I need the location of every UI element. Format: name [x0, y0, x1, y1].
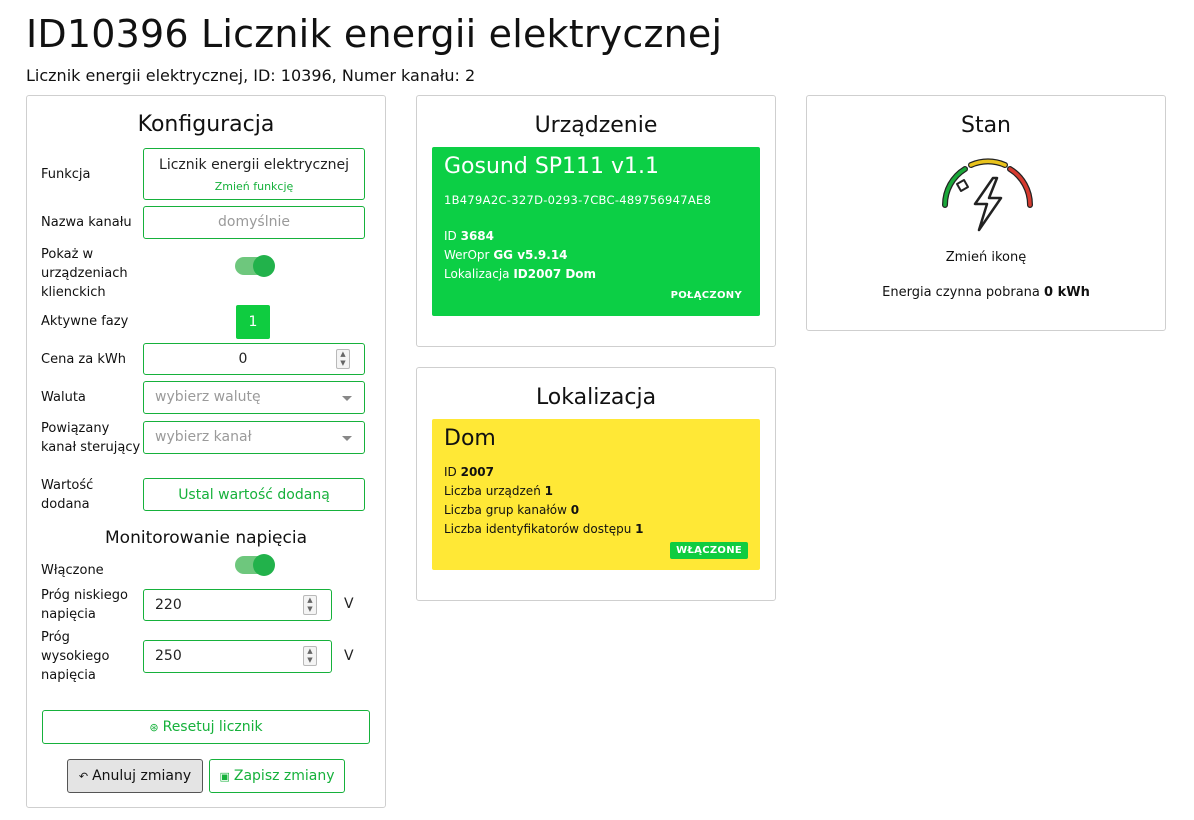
linked-channel-placeholder: wybierz kanał: [155, 429, 252, 445]
show-in-clients-label: Pokaż w urządzeniach klienckich: [41, 247, 128, 300]
state-title: Stan: [960, 113, 1011, 138]
set-added-value-button[interactable]: Ustal wartość dodaną: [143, 478, 365, 511]
energy-value: 0 kWh: [1044, 285, 1090, 300]
location-title: Lokalizacja: [535, 385, 657, 410]
device-firmware: WerOpr GG v5.9.14: [444, 248, 568, 262]
high-threshold-value: 250: [155, 648, 182, 664]
price-value: 0: [238, 351, 248, 367]
chevron-down-icon: [342, 436, 352, 441]
energy-meter-gauge-icon[interactable]: [937, 150, 1037, 234]
high-threshold-label: Próg wysokiego napięcia: [41, 630, 110, 683]
channel-name-placeholder: domyślnie: [218, 214, 290, 230]
device-title: Urządzenie: [534, 113, 658, 138]
added-value-label: Wartość dodana: [41, 478, 94, 512]
price-input[interactable]: 0 ▲ ▼: [143, 343, 365, 375]
channel-name-label: Nazwa kanału: [41, 215, 132, 230]
device-name: Gosund SP111 v1.1: [444, 154, 660, 179]
location-devices: Liczba urządzeń 1: [444, 484, 553, 498]
state-panel: Stan Zmień ikonę Energia czynna pobrana …: [806, 95, 1166, 331]
currency-select[interactable]: wybierz walutę: [143, 381, 365, 414]
device-status: POŁĄCZONY: [670, 290, 742, 301]
save-icon: ▣: [219, 769, 230, 783]
config-panel: Konfiguracja Funkcja Licznik energii ele…: [26, 95, 386, 808]
location-access: Liczba identyfikatorów dostępu 1: [444, 522, 644, 536]
linked-channel-label: Powiązany kanał sterujący: [41, 421, 141, 455]
currency-label: Waluta: [41, 390, 86, 405]
show-in-clients-toggle[interactable]: [235, 255, 275, 277]
low-threshold-unit: V: [344, 596, 354, 612]
voltage-monitoring-title: Monitorowanie napięcia: [105, 528, 307, 548]
change-function-link[interactable]: Zmień funkcję: [144, 180, 364, 193]
voltage-enabled-label: Włączone: [41, 563, 104, 578]
high-threshold-spinner[interactable]: ▲ ▼: [303, 646, 317, 666]
change-icon-link[interactable]: Zmień ikonę: [807, 250, 1165, 265]
undo-icon: ↶: [78, 769, 89, 783]
function-value: Licznik energii elektrycznej: [159, 157, 349, 173]
active-phases-label: Aktywne fazy: [41, 314, 129, 329]
price-spinner[interactable]: ▲ ▼: [336, 349, 350, 369]
save-changes-button[interactable]: ▣ Zapisz zmiany: [209, 759, 345, 793]
energy-label: Energia czynna pobrana: [882, 285, 1040, 300]
location-status-badge: WŁĄCZONE: [670, 542, 748, 559]
device-id: ID 3684: [444, 229, 495, 243]
voltage-enabled-toggle[interactable]: [235, 554, 275, 576]
location-panel: Lokalizacja Dom ID 2007 Liczba urządzeń …: [416, 367, 776, 601]
channel-name-input[interactable]: domyślnie: [143, 206, 365, 239]
function-label: Funkcja: [41, 167, 91, 182]
phase-1-button[interactable]: 1: [236, 305, 270, 339]
low-threshold-value: 220: [155, 597, 182, 613]
set-added-value-label: Ustal wartość dodaną: [178, 486, 330, 503]
chevron-down-icon: [342, 396, 352, 401]
high-threshold-input[interactable]: 250 ▲ ▼: [143, 640, 332, 673]
save-changes-label: Zapisz zmiany: [233, 768, 335, 784]
currency-placeholder: wybierz walutę: [155, 389, 261, 405]
low-threshold-label: Próg niskiego napięcia: [41, 588, 128, 622]
reset-counter-label: Resetuj licznik: [162, 719, 263, 735]
cancel-changes-label: Anuluj zmiany: [92, 768, 192, 784]
page-title: ID10396 Licznik energii elektrycznej: [26, 12, 723, 56]
location-groups: Liczba grup kanałów 0: [444, 503, 580, 517]
config-title: Konfiguracja: [137, 112, 275, 137]
low-threshold-input[interactable]: 220 ▲ ▼: [143, 589, 332, 621]
price-label: Cena za kWh: [41, 352, 126, 367]
device-guid: 1B479A2C-327D-0293-7CBC-489756947AE8: [444, 193, 712, 207]
reset-counter-button[interactable]: ⊛ Resetuj licznik: [42, 710, 370, 744]
low-threshold-spinner[interactable]: ▲ ▼: [303, 595, 317, 615]
high-threshold-unit: V: [344, 648, 354, 664]
device-panel: Urządzenie Gosund SP111 v1.1 1B479A2C-32…: [416, 95, 776, 347]
linked-channel-select[interactable]: wybierz kanał: [143, 421, 365, 454]
cancel-changes-button[interactable]: ↶ Anuluj zmiany: [67, 759, 203, 793]
location-card[interactable]: Dom ID 2007 Liczba urządzeń 1 Liczba gru…: [432, 419, 760, 570]
page-subtitle: Licznik energii elektrycznej, ID: 10396,…: [26, 66, 476, 85]
reset-icon: ⊛: [149, 720, 159, 734]
device-location: Lokalizacja ID2007 Dom: [444, 267, 597, 281]
function-selector[interactable]: Licznik energii elektrycznej Zmień funkc…: [143, 148, 365, 200]
location-name: Dom: [444, 426, 496, 451]
energy-readout: Energia czynna pobrana 0 kWh: [807, 285, 1165, 300]
location-id: ID 2007: [444, 465, 495, 479]
device-card[interactable]: Gosund SP111 v1.1 1B479A2C-327D-0293-7CB…: [432, 147, 760, 316]
